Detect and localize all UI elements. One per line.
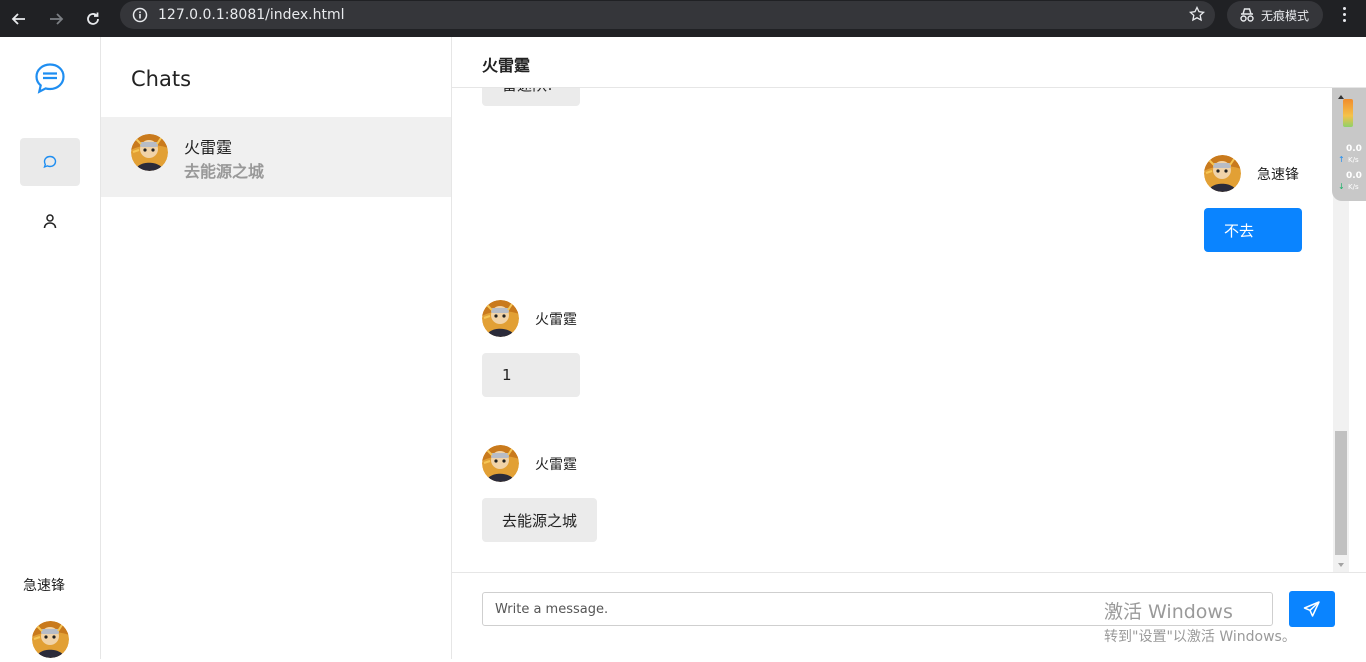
- message-bubble: 去能源之城: [482, 498, 598, 542]
- browser-toolbar: 127.0.0.1:8081/index.html 无痕模式: [0, 0, 1366, 37]
- send-icon: [1303, 601, 1320, 617]
- incognito-icon: [1240, 8, 1254, 22]
- chat-panel: 火雷霆 雷速队! 急速锋 不去 火雷霆 1 火雷霆 去能源之城: [452, 37, 1366, 659]
- arrow-right-icon: [50, 12, 64, 25]
- download-speed-value: 0.0: [1346, 171, 1362, 181]
- address-bar[interactable]: 127.0.0.1:8081/index.html: [120, 1, 1215, 29]
- scroll-down-arrow-icon[interactable]: [1338, 563, 1344, 567]
- browser-menu-button[interactable]: [1336, 4, 1352, 24]
- avatar: [1204, 155, 1241, 192]
- nav-rail: 急速锋: [0, 37, 101, 659]
- download-speed-unit: K/s: [1348, 183, 1359, 191]
- nav-chats-button[interactable]: [20, 138, 80, 186]
- message-author-name: 急速锋: [1257, 166, 1299, 183]
- message-author-name: 火雷霆: [535, 456, 577, 473]
- url-text[interactable]: 127.0.0.1:8081/index.html: [158, 7, 345, 23]
- usage-bar: [1343, 99, 1353, 127]
- chat-app: 急速锋 Chats 火雷霆 去能源之城 火雷霆 雷速队! 急速锋 不去 火雷霆: [0, 37, 1366, 659]
- reload-button[interactable]: [75, 6, 111, 32]
- avatar: [131, 134, 168, 171]
- chat-logo-icon: [33, 61, 67, 99]
- current-user-avatar[interactable]: [32, 621, 69, 662]
- chat-header: 火雷霆: [452, 37, 1366, 88]
- site-info-icon[interactable]: [128, 3, 152, 27]
- conversation-name: 火雷霆: [184, 138, 233, 157]
- bookmark-star-icon[interactable]: [1188, 5, 1206, 26]
- upload-speed-value: 0.0: [1346, 144, 1362, 154]
- user-icon: [43, 214, 57, 229]
- avatar: [482, 300, 519, 337]
- message-bubble-own: 不去: [1204, 208, 1302, 252]
- message-author: 火雷霆: [482, 300, 577, 337]
- download-arrow-icon: ↓: [1338, 182, 1345, 191]
- chat-title: 火雷霆: [482, 56, 531, 75]
- conversation-list: Chats 火雷霆 去能源之城: [101, 37, 452, 659]
- upload-arrow-icon: ↑: [1338, 155, 1345, 164]
- message-author-name: 火雷霆: [535, 311, 577, 328]
- message-input[interactable]: [482, 592, 1273, 626]
- forward-button[interactable]: [38, 6, 74, 32]
- nav-contacts-button[interactable]: [38, 209, 62, 233]
- back-button[interactable]: [1, 6, 37, 32]
- incognito-label: 无痕模式: [1261, 8, 1310, 23]
- message-composer: [452, 572, 1366, 659]
- conversation-list-title: Chats: [131, 67, 192, 91]
- send-button[interactable]: [1289, 591, 1335, 627]
- arrow-left-icon: [11, 12, 25, 25]
- message-icon: [43, 155, 57, 169]
- conversation-item[interactable]: 火雷霆 去能源之城: [101, 117, 451, 197]
- avatar: [482, 445, 519, 482]
- reload-icon: [87, 12, 99, 25]
- message-bubble: 雷速队!: [482, 88, 580, 106]
- current-user-name: 急速锋: [23, 578, 65, 594]
- message-author: 急速锋: [1204, 155, 1299, 192]
- message-author: 火雷霆: [482, 445, 577, 482]
- message-bubble: 1: [482, 353, 580, 397]
- message-list[interactable]: 雷速队! 急速锋 不去 火雷霆 1 火雷霆 去能源之城: [452, 88, 1332, 572]
- conversation-last-message: 去能源之城: [184, 162, 265, 181]
- scrollbar-thumb[interactable]: [1335, 431, 1347, 555]
- incognito-indicator[interactable]: 无痕模式: [1227, 1, 1323, 29]
- upload-speed-unit: K/s: [1348, 156, 1359, 164]
